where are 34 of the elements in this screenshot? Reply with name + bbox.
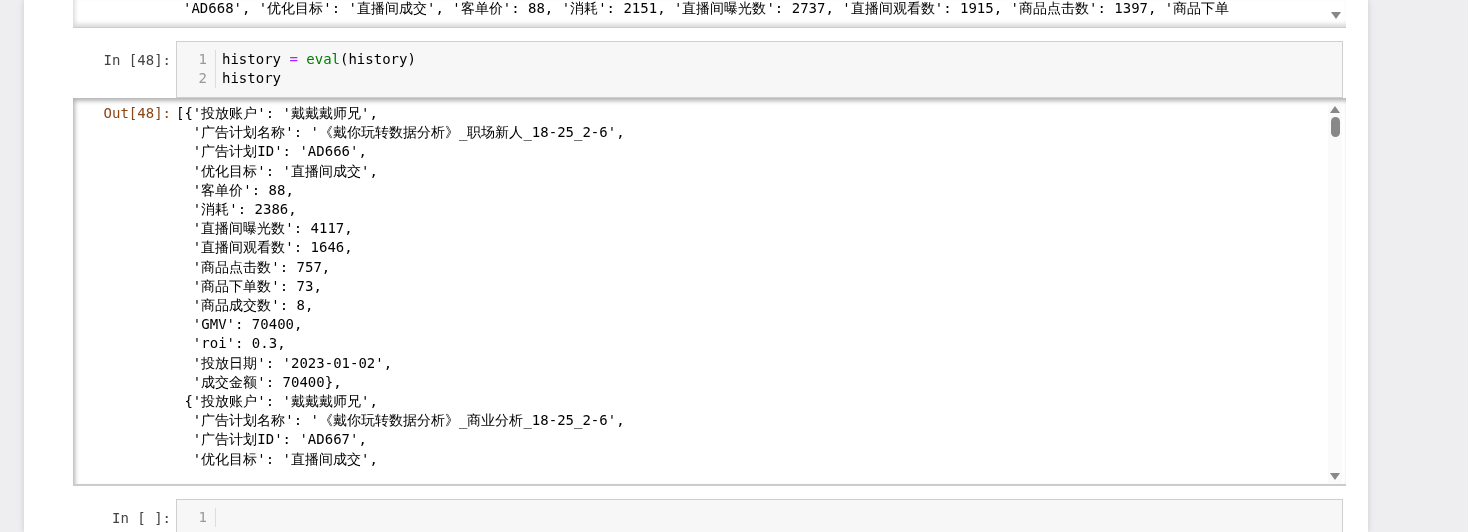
output-prompt: Out[48]: (102, 104, 172, 123)
output-line: '商品点击数': 757, (191, 257, 332, 277)
scroll-down-icon[interactable] (1330, 473, 1340, 480)
output-line: [{'投放账户': '戴戴戴师兄', (176, 104, 379, 123)
input-prompt: In [ ]: (111, 509, 172, 528)
code-line: history = eval(history) (222, 50, 416, 69)
output-line: '客单价': 88, (191, 180, 295, 200)
line-number: 1 (177, 508, 216, 527)
output-line: '广告计划ID': 'AD666', (191, 142, 368, 162)
code-editor[interactable]: 1 history = eval(history) 2 history (176, 41, 1343, 98)
input-prompt: In [48]: (102, 51, 172, 70)
output-line: '广告计划名称': '《戴你玩转数据分析》_职场新人_18-25_2-6', (191, 123, 626, 143)
output-line: '商品成交数': 8, (191, 296, 315, 316)
output-line: '优化目标': '直播间成交', (191, 449, 379, 469)
output-line: '投放日期': '2023-01-02', (191, 353, 394, 373)
output-line: '成交金额': 70400}, (191, 372, 343, 392)
output-line: '消耗': 2386, (191, 200, 298, 219)
output-line: 'roi': 0.3, (191, 334, 287, 354)
output-line: '直播间曝光数': 4117, (191, 219, 354, 239)
code-line: history (222, 69, 281, 88)
output-line: 'GMV': 70400, (191, 315, 304, 335)
output-line: '广告计划名称': '《戴你玩转数据分析》_商业分析_18-25_2-6', (191, 411, 626, 431)
scroll-down-icon[interactable] (1331, 12, 1341, 19)
output-line: {'投放账户': '戴戴戴师兄', (183, 392, 379, 412)
scrollbar[interactable] (1328, 104, 1342, 484)
output-line: '广告计划ID': 'AD667', (191, 430, 368, 450)
output-line: 'AD668', '优化目标': '直播间成交', '客单价': 88, '消耗': 2151, '直播间曝光数': 2737, '直播间观看数': 1915, '商品点击数': 1397, '商品下单 (183, 0, 1231, 18)
output-line: '优化目标': '直播间成交', (191, 161, 379, 181)
line-number: 2 (177, 69, 216, 88)
scroll-up-icon[interactable] (1330, 106, 1340, 113)
scrollbar-thumb[interactable] (1330, 117, 1340, 137)
output-line: '商品下单数': 73, (191, 276, 323, 296)
output-line: '直播间观看数': 1646, (191, 238, 354, 258)
line-number: 1 (177, 50, 216, 69)
